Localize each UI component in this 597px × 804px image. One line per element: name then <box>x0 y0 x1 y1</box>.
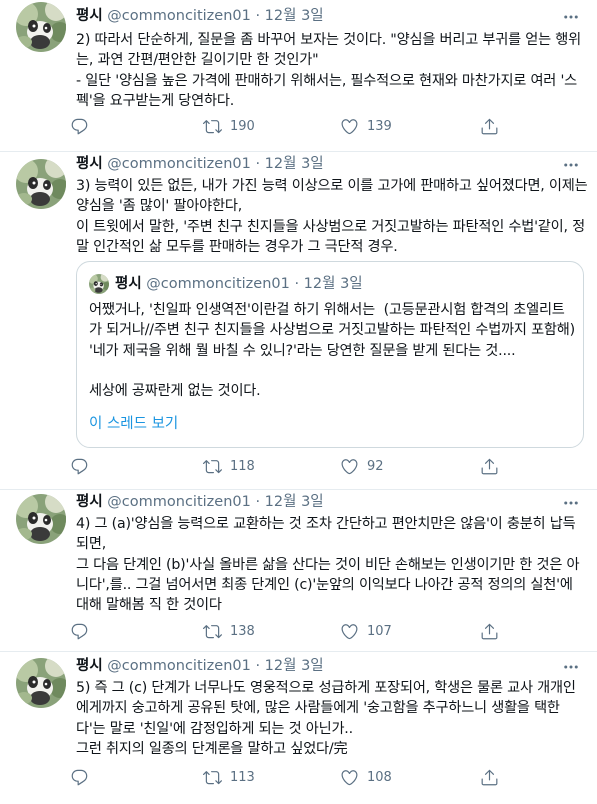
tweet-header: 평시 @commoncitizen01 · 12월 3일 <box>76 492 324 512</box>
more-options-icon[interactable] <box>559 155 583 175</box>
user-handle[interactable]: @commoncitizen01 <box>107 494 251 510</box>
user-handle[interactable]: @commoncitizen01 <box>107 658 251 674</box>
tweet-text: 3) 능력이 있든 없든, 내가 가진 능력 이상으로 이를 고가에 판매하고 … <box>76 178 588 255</box>
tweet-header: 평시 @commoncitizen01 · 12월 3일 <box>76 6 324 26</box>
tweet[interactable]: 평시 @commoncitizen01 · 12월 3일 2) 따라서 단순하게… <box>0 0 597 151</box>
user-handle[interactable]: @commoncitizen01 <box>107 8 251 24</box>
avatar[interactable] <box>16 658 66 708</box>
like-count: 108 <box>367 769 392 785</box>
tweet-actions: 190 139 <box>70 114 500 138</box>
quoted-tweet-date: 12월 3일 <box>303 276 363 292</box>
like-count: 107 <box>367 623 392 639</box>
quoted-user-handle: @commoncitizen01 <box>146 276 290 292</box>
separator-dot: · <box>255 156 261 172</box>
retweet-count: 118 <box>230 458 255 474</box>
retweet-count: 190 <box>230 118 255 134</box>
share-icon <box>480 457 499 476</box>
retweet-count: 138 <box>230 623 255 639</box>
tweet-date[interactable]: 12월 3일 <box>265 156 324 172</box>
tweet[interactable]: 평시 @commoncitizen01 · 12월 3일 4) 그 (a)'양심… <box>0 490 597 651</box>
heart-icon <box>340 768 359 787</box>
quoted-tweet-text: 어쨌거나, '친일파 인생역전'이란걸 하기 위해서는 (고등문관시험 합격의 … <box>89 302 575 400</box>
share-button[interactable] <box>480 765 499 789</box>
like-button[interactable]: 108 <box>340 765 392 789</box>
tweet-text: 4) 그 (a)'양심을 능력으로 교환하는 것 조차 간단하고 편안치만은 않… <box>76 516 580 614</box>
more-options-icon[interactable] <box>559 7 583 27</box>
reply-icon <box>70 622 89 641</box>
share-icon <box>480 622 499 641</box>
like-button[interactable]: 92 <box>340 454 384 478</box>
reply-icon <box>70 117 89 136</box>
reply-button[interactable] <box>70 765 97 789</box>
like-button[interactable]: 139 <box>340 114 392 138</box>
tweet-date[interactable]: 12월 3일 <box>265 8 324 24</box>
tweet-date[interactable]: 12월 3일 <box>265 494 324 510</box>
avatar[interactable] <box>16 159 66 209</box>
retweet-icon <box>203 117 222 136</box>
retweet-icon <box>203 457 222 476</box>
quoted-display-name: 평시 <box>115 276 142 292</box>
tweet-text: 2) 따라서 단순하게, 질문을 좀 바꾸어 보자는 것이다. "양심을 버리고… <box>76 32 581 109</box>
tweet-actions: 118 92 <box>70 454 500 478</box>
tweet-text: 5) 즉 그 (c) 단계가 너무나도 영웅적으로 성급하게 포장되어, 학생은… <box>76 680 576 757</box>
separator-dot: · <box>255 494 261 510</box>
tweet[interactable]: 평시 @commoncitizen01 · 12월 3일 3) 능력이 있든 없… <box>0 152 597 489</box>
like-count: 92 <box>367 458 384 474</box>
share-button[interactable] <box>480 114 499 138</box>
separator-dot: · <box>255 658 261 674</box>
tweet-header: 평시 @commoncitizen01 · 12월 3일 <box>76 154 324 174</box>
reply-button[interactable] <box>70 114 97 138</box>
display-name[interactable]: 평시 <box>76 8 103 24</box>
share-icon <box>480 768 499 787</box>
heart-icon <box>340 457 359 476</box>
share-button[interactable] <box>480 454 499 478</box>
quoted-tweet-header: 평시 @commoncitizen01 · 12월 3일 <box>115 274 363 294</box>
like-count: 139 <box>367 118 392 134</box>
display-name[interactable]: 평시 <box>76 494 103 510</box>
quoted-avatar <box>89 274 109 294</box>
show-thread-link[interactable]: 이 스레드 보기 <box>89 414 178 434</box>
more-options-icon[interactable] <box>559 657 583 677</box>
share-button[interactable] <box>480 619 499 643</box>
quoted-tweet[interactable]: 평시 @commoncitizen01 · 12월 3일 어쨌거나, '친일파 … <box>76 261 584 448</box>
reply-icon <box>70 768 89 787</box>
avatar[interactable] <box>16 494 66 544</box>
heart-icon <box>340 622 359 641</box>
heart-icon <box>340 117 359 136</box>
retweet-button[interactable]: 118 <box>203 454 255 478</box>
tweet-actions: 138 107 <box>70 619 500 643</box>
more-options-icon[interactable] <box>559 493 583 513</box>
reply-button[interactable] <box>70 619 97 643</box>
reply-button[interactable] <box>70 454 97 478</box>
display-name[interactable]: 평시 <box>76 156 103 172</box>
like-button[interactable]: 107 <box>340 619 392 643</box>
reply-icon <box>70 457 89 476</box>
display-name[interactable]: 평시 <box>76 658 103 674</box>
share-icon <box>480 117 499 136</box>
retweet-button[interactable]: 190 <box>203 114 255 138</box>
avatar[interactable] <box>16 2 66 52</box>
retweet-count: 113 <box>230 769 255 785</box>
tweet-date[interactable]: 12월 3일 <box>265 658 324 674</box>
retweet-button[interactable]: 138 <box>203 619 255 643</box>
retweet-icon <box>203 622 222 641</box>
retweet-icon <box>203 768 222 787</box>
user-handle[interactable]: @commoncitizen01 <box>107 156 251 172</box>
retweet-button[interactable]: 113 <box>203 765 255 789</box>
separator-dot: · <box>294 276 300 292</box>
tweet-actions: 113 108 <box>70 765 500 789</box>
separator-dot: · <box>255 8 261 24</box>
tweet-header: 평시 @commoncitizen01 · 12월 3일 <box>76 656 324 676</box>
tweet[interactable]: 평시 @commoncitizen01 · 12월 3일 5) 즉 그 (c) … <box>0 652 597 804</box>
